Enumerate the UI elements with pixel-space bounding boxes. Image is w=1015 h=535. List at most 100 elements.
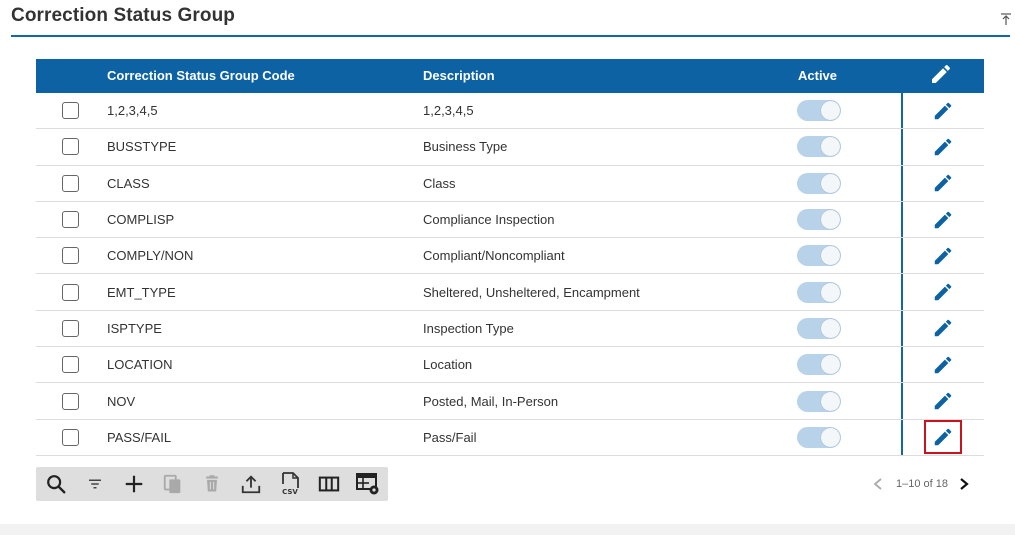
- pencil-icon: [934, 392, 952, 410]
- toggle-knob: [821, 246, 840, 266]
- row-description: Business Type: [423, 139, 508, 155]
- row-code: LOCATION: [107, 357, 173, 373]
- chevron-left-icon: [873, 478, 882, 490]
- search-icon: [46, 475, 65, 494]
- table-row[interactable]: CLASS Class: [36, 166, 984, 202]
- active-toggle[interactable]: [797, 354, 841, 376]
- title-divider: [11, 35, 1010, 37]
- row-description: Compliance Inspection: [423, 212, 555, 228]
- active-toggle[interactable]: [797, 136, 841, 158]
- toggle-knob: [821, 355, 840, 375]
- table-row[interactable]: ISPTYPE Inspection Type: [36, 311, 984, 348]
- table-row[interactable]: BUSSTYPE Business Type: [36, 129, 984, 166]
- row-checkbox[interactable]: [62, 102, 79, 120]
- edit-row-button[interactable]: [924, 203, 962, 237]
- pencil-icon: [934, 429, 952, 446]
- active-toggle[interactable]: [797, 172, 841, 194]
- delete-button[interactable]: [192, 467, 231, 501]
- row-description: Location: [423, 357, 473, 373]
- table-row[interactable]: LOCATION Location: [36, 347, 984, 384]
- pencil-icon: [934, 320, 952, 337]
- columns-icon: [319, 476, 340, 492]
- active-toggle[interactable]: [797, 281, 841, 303]
- active-toggle[interactable]: [797, 426, 841, 448]
- columns-button[interactable]: [310, 467, 349, 501]
- copy-button[interactable]: [153, 467, 192, 501]
- edit-row-button[interactable]: [924, 94, 962, 128]
- collapse-button[interactable]: [999, 12, 1013, 26]
- collapse-up-icon: [1001, 13, 1011, 25]
- row-checkbox[interactable]: [62, 356, 79, 374]
- row-checkbox[interactable]: [62, 247, 79, 265]
- row-checkbox[interactable]: [62, 392, 79, 410]
- row-description: Class: [423, 175, 456, 191]
- header-code[interactable]: Correction Status Group Code: [107, 59, 295, 93]
- row-code: 1,2,3,4,5: [107, 103, 158, 119]
- table-row[interactable]: PASS/FAIL Pass/Fail: [36, 420, 984, 456]
- table-row[interactable]: COMPLY/NON Compliant/Noncompliant: [36, 238, 984, 275]
- export-button[interactable]: [232, 467, 271, 501]
- row-description: Inspection Type: [423, 320, 514, 336]
- export-icon: [241, 475, 261, 494]
- row-description: Compliant/Noncompliant: [423, 248, 565, 264]
- grid-settings-button[interactable]: [349, 467, 388, 501]
- row-checkbox[interactable]: [62, 283, 79, 301]
- toggle-knob: [821, 318, 840, 338]
- row-description: 1,2,3,4,5: [423, 103, 474, 119]
- row-checkbox[interactable]: [62, 174, 79, 192]
- table-row[interactable]: COMPLISP Compliance Inspection: [36, 202, 984, 239]
- add-button[interactable]: [114, 467, 153, 501]
- edit-row-button[interactable]: [924, 384, 962, 418]
- toggle-knob: [821, 101, 840, 121]
- grid-header: Correction Status Group Code Description…: [36, 59, 984, 93]
- table-row[interactable]: NOV Posted, Mail, In-Person: [36, 383, 984, 420]
- active-toggle[interactable]: [797, 245, 841, 267]
- filter-icon: [88, 479, 101, 489]
- edit-row-button[interactable]: [924, 166, 962, 200]
- pager: 1–10 of 18: [872, 472, 972, 496]
- pencil-icon: [934, 356, 952, 373]
- grid-toolbar: CSV: [36, 467, 388, 501]
- edit-row-button[interactable]: [924, 275, 962, 309]
- next-page-button[interactable]: [958, 477, 972, 491]
- row-description: Posted, Mail, In-Person: [423, 393, 559, 409]
- row-description: Sheltered, Unsheltered, Encampment: [423, 284, 640, 300]
- header-active[interactable]: Active: [798, 59, 837, 93]
- row-code: NOV: [107, 393, 136, 409]
- active-toggle[interactable]: [797, 317, 841, 339]
- active-toggle[interactable]: [797, 209, 841, 231]
- search-button[interactable]: [36, 467, 75, 501]
- edit-row-button[interactable]: [924, 420, 962, 455]
- row-checkbox[interactable]: [62, 211, 79, 229]
- edit-row-button[interactable]: [924, 130, 962, 164]
- pencil-icon: [934, 138, 952, 156]
- page-title: Correction Status Group: [11, 5, 235, 26]
- toggle-knob: [821, 210, 840, 230]
- delete-icon: [206, 475, 218, 492]
- header-description[interactable]: Description: [423, 59, 495, 93]
- csv-export-button[interactable]: CSV: [271, 467, 310, 501]
- prev-page-button[interactable]: [872, 477, 886, 491]
- row-checkbox[interactable]: [62, 138, 79, 156]
- row-description: Pass/Fail: [423, 429, 477, 445]
- toggle-knob: [821, 173, 840, 193]
- filter-button[interactable]: [75, 467, 114, 501]
- row-code: ISPTYPE: [107, 320, 162, 336]
- active-toggle[interactable]: [797, 100, 841, 122]
- grid-body: 1,2,3,4,5 1,2,3,4,5 BUSSTYPE Business Type C…: [36, 93, 984, 456]
- copy-icon: [163, 474, 181, 494]
- pencil-icon: [934, 211, 952, 228]
- edit-row-button[interactable]: [924, 348, 962, 382]
- row-code: COMPLISP: [107, 212, 175, 228]
- grid-settings-icon: [356, 473, 379, 495]
- toggle-knob: [821, 282, 840, 302]
- active-toggle[interactable]: [797, 390, 841, 412]
- table-row[interactable]: 1,2,3,4,5 1,2,3,4,5: [36, 93, 984, 130]
- edit-row-button[interactable]: [924, 239, 962, 273]
- svg-text:CSV: CSV: [282, 488, 298, 496]
- table-row[interactable]: EMT_TYPE Sheltered, Unsheltered, Encampme…: [36, 274, 984, 311]
- edit-row-button[interactable]: [924, 311, 962, 345]
- row-checkbox[interactable]: [62, 428, 79, 446]
- row-checkbox[interactable]: [62, 319, 79, 337]
- pencil-icon: [934, 247, 952, 265]
